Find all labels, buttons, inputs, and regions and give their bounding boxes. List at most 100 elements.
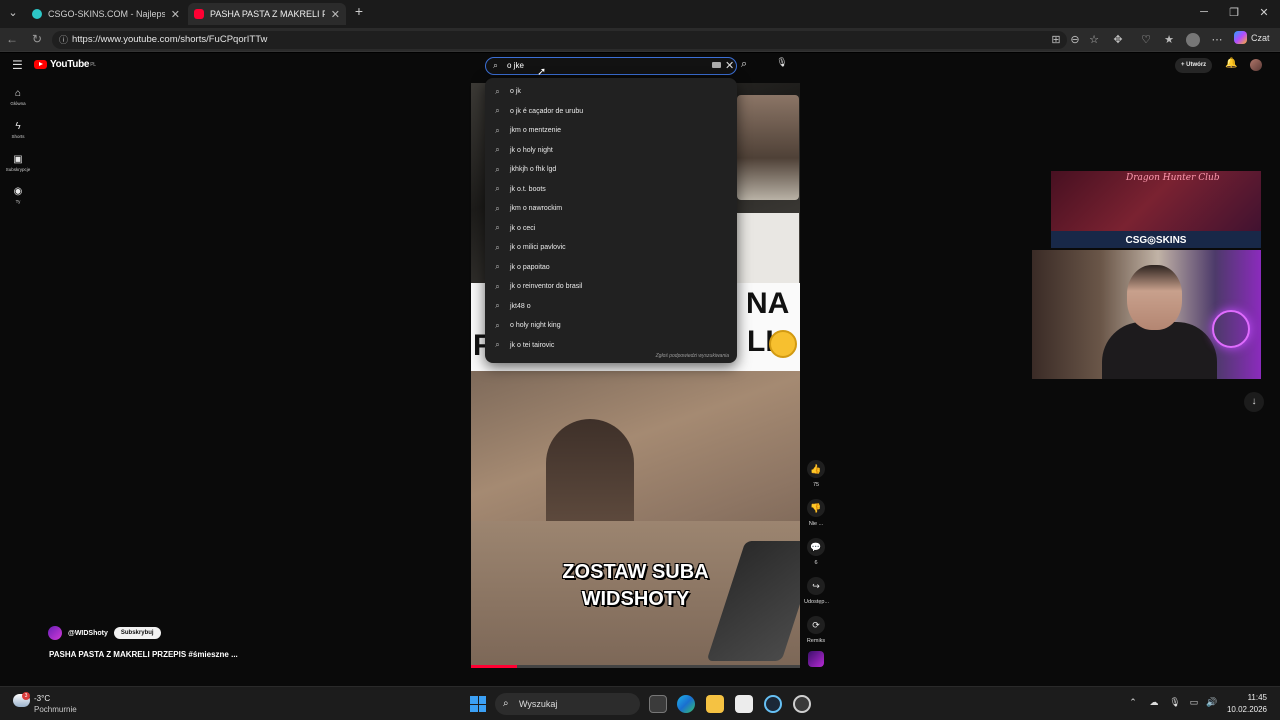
create-button[interactable]: + Utwórz [1175,58,1213,73]
address-bar[interactable]: ⓘ https://www.youtube.com/shorts/FuCPqor… [52,31,1067,49]
next-video-button[interactable]: ↓ [1244,392,1264,412]
arrow-down-icon: ↓ [1251,396,1257,407]
file-explorer-icon[interactable] [706,695,724,713]
sound-thumbnail[interactable] [808,651,824,667]
weather-condition[interactable]: Pochmurnie [34,705,77,714]
minimize-icon[interactable]: ─ [1196,6,1212,18]
browser-essentials-icon[interactable]: ♡ [1139,33,1153,46]
edge-icon[interactable] [677,695,695,713]
store-icon[interactable] [735,695,753,713]
sidebar-label: Główna [10,101,26,106]
clock-date[interactable]: 10.02.2026 [1220,705,1267,714]
profile-icon[interactable] [1186,33,1200,47]
favorites-icon[interactable]: ★ [1162,33,1176,46]
clock-time[interactable]: 11:45 [1220,693,1267,702]
comments-button[interactable]: 💬 6 [804,538,828,566]
search-button[interactable]: ⌕ [741,58,747,71]
video-person-image [737,95,799,200]
search-suggestion-item[interactable]: ⌕ jk o ceci [485,219,737,238]
search-suggestion-item[interactable]: ⌕ jk o tei tairovic [485,336,737,355]
display-icon[interactable]: ▭ [1187,697,1201,708]
suggestion-text: jk o tei tairovic [510,341,555,349]
youtube-logo[interactable]: YouTube PL [34,59,96,70]
report-suggestions-link[interactable]: Zgłoś podpowiedzi wyszukiwania [656,353,729,359]
search-suggestion-item[interactable]: ⌕ o jk é caçador de urubu [485,102,737,121]
microphone-icon[interactable]: 🎙 [1168,697,1182,708]
taskbar-search[interactable]: ⌕ Wyszukaj [495,693,640,715]
app-settings-icon[interactable] [793,695,811,713]
sponsor-banner: Dragon Hunter Club CSG◎SKINS [1051,171,1261,248]
dislike-button[interactable]: 👎 Nie ... [804,499,828,527]
taskbar-search-label: Wyszukaj [519,699,558,709]
channel-name[interactable]: @WIDShoty [68,630,108,637]
copilot-label: Czat [1251,32,1270,43]
search-suggestion-item[interactable]: ⌕ o holy night king [485,316,737,335]
volume-icon[interactable]: 🔊 [1205,697,1219,708]
search-suggestion-item[interactable]: ⌕ jkhkjh o fhk lgd [485,160,737,179]
like-icon: 👍 [807,460,825,478]
search-icon: ⌕ [495,106,500,115]
clear-search-icon[interactable]: ✕ [725,59,734,72]
menu-icon[interactable]: ☰ [12,58,23,72]
tab-youtube-short[interactable]: PASHA PASTA Z MAKRELI PRZEPIS ✕ [188,3,346,25]
voice-search-button[interactable]: 🎙 [775,57,789,71]
start-button[interactable] [470,696,486,712]
share-button[interactable]: ↪ Udostęp... [804,577,829,605]
site-info-icon[interactable]: ⓘ [59,31,68,49]
search-suggestion-item[interactable]: ⌕ o jk [485,82,737,101]
search-suggestion-item[interactable]: ⌕ jkm o nawrockim [485,199,737,218]
suggestion-text: o jk é caçador de urubu [510,107,584,115]
video-progress-bar[interactable] [471,665,800,668]
favorite-star-icon[interactable]: ☆ [1087,33,1101,46]
tab-csgo-skins[interactable]: CSGO-SKINS.COM - Najlepsze Sk ✕ [26,3,186,25]
close-tab-icon[interactable]: ✕ [171,8,180,21]
zoom-icon[interactable]: ⊖ [1068,33,1082,46]
refresh-icon[interactable]: ↻ [29,32,45,46]
sidebar-item-home[interactable]: ⌂ Główna [4,88,32,106]
close-tab-icon[interactable]: ✕ [331,8,340,21]
search-suggestion-item[interactable]: ⌕ jkt48 o [485,297,737,316]
apps-icon[interactable]: ⊞ [1049,33,1063,46]
show-hidden-icons[interactable]: ⌃ [1126,697,1140,708]
video-sign-image [737,213,799,283]
like-button[interactable]: 👍 75 [804,460,828,488]
tab-favicon-icon [32,9,42,19]
onedrive-icon[interactable]: ☁ [1147,697,1161,708]
search-input[interactable]: ⌕ o jke ✕ [485,57,737,75]
keyboard-icon[interactable] [712,62,721,68]
task-view-icon[interactable] [649,695,667,713]
channel-avatar[interactable] [48,626,62,640]
create-label: Utwórz [1186,62,1207,68]
search-suggestion-item[interactable]: ⌕ jk o holy night [485,141,737,160]
remix-button[interactable]: ⟳ Remiks [804,616,828,644]
steam-icon[interactable] [764,695,782,713]
search-suggestion-item[interactable]: ⌕ jk o reinventor do brasil [485,277,737,296]
more-options-icon[interactable]: ⋯ [1210,33,1224,46]
sidebar-item-you[interactable]: ◉ Ty [4,186,32,204]
search-suggestion-item[interactable]: ⌕ jkm o mentzenie [485,121,737,140]
sidebar-item-subscriptions[interactable]: ▣ Subskrypcje [4,154,32,172]
back-icon[interactable]: ← [4,32,20,46]
search-suggestions: ⌕ o jk ⌕ o jk é caçador de urubu ⌕ jkm o ment… [485,78,737,363]
suggestion-text: jk o papoitao [510,263,550,271]
search-suggestion-item[interactable]: ⌕ jk o.t. boots [485,180,737,199]
windows-logo-tile [478,704,486,712]
search-suggestion-item[interactable]: ⌕ jk o milici pavlovic [485,238,737,257]
temperature[interactable]: -3°C [34,694,50,703]
remix-label: Remiks [806,638,826,644]
close-window-icon[interactable]: ✕ [1256,6,1272,19]
avatar[interactable] [1250,59,1262,71]
tab-list-icon[interactable]: ⌄ [5,6,21,19]
video-title[interactable]: PASHA PASTA Z MAKRELI PRZEPIS #śmieszne … [49,650,238,659]
search-suggestion-item[interactable]: ⌕ jk o papoitao [485,258,737,277]
restore-icon[interactable]: ❐ [1226,6,1242,19]
extensions-icon[interactable]: ✥ [1111,33,1125,46]
notifications-bell-icon[interactable]: 🔔 [1225,58,1237,69]
copilot-button[interactable]: Czat [1234,31,1270,44]
search-icon: ⌕ [503,698,509,709]
new-tab-icon[interactable]: + [351,3,367,19]
sidebar-item-shorts[interactable]: ϟ Shorts [4,121,32,139]
suggestion-text: jkhkjh o fhk lgd [510,166,557,173]
subscribe-button[interactable]: Subskrybuj [113,627,161,639]
banner-club-title: Dragon Hunter Club [1126,173,1220,183]
